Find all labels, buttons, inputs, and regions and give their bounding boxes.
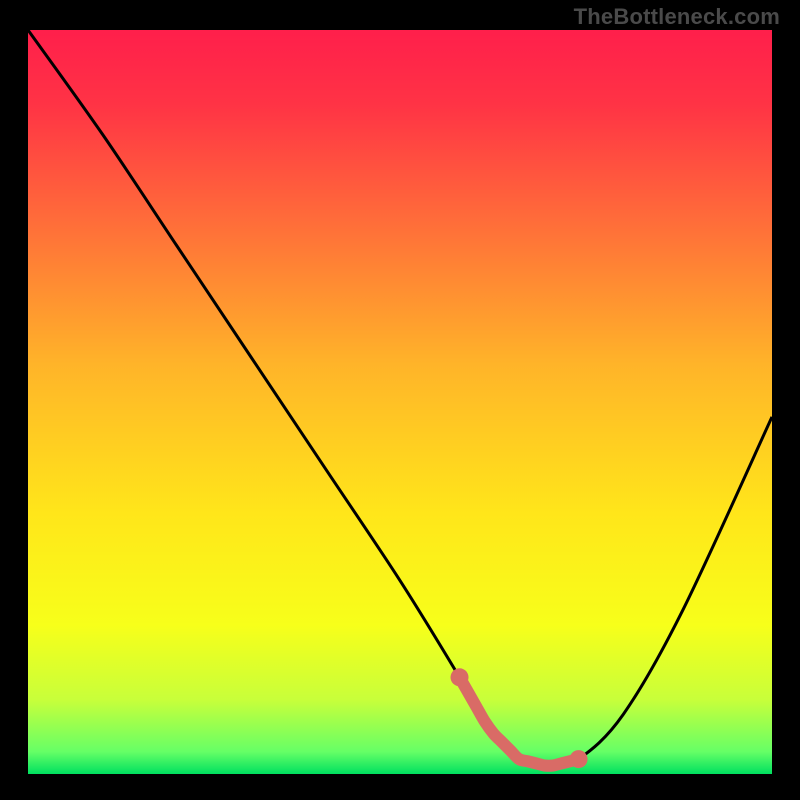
chart-frame: TheBottleneck.com bbox=[0, 0, 800, 800]
optimal-range-end-dot bbox=[570, 750, 588, 768]
attribution-label: TheBottleneck.com bbox=[574, 4, 780, 30]
optimal-range-start-dot bbox=[451, 668, 469, 686]
bottleneck-chart bbox=[0, 0, 800, 800]
plot-background bbox=[28, 30, 772, 774]
